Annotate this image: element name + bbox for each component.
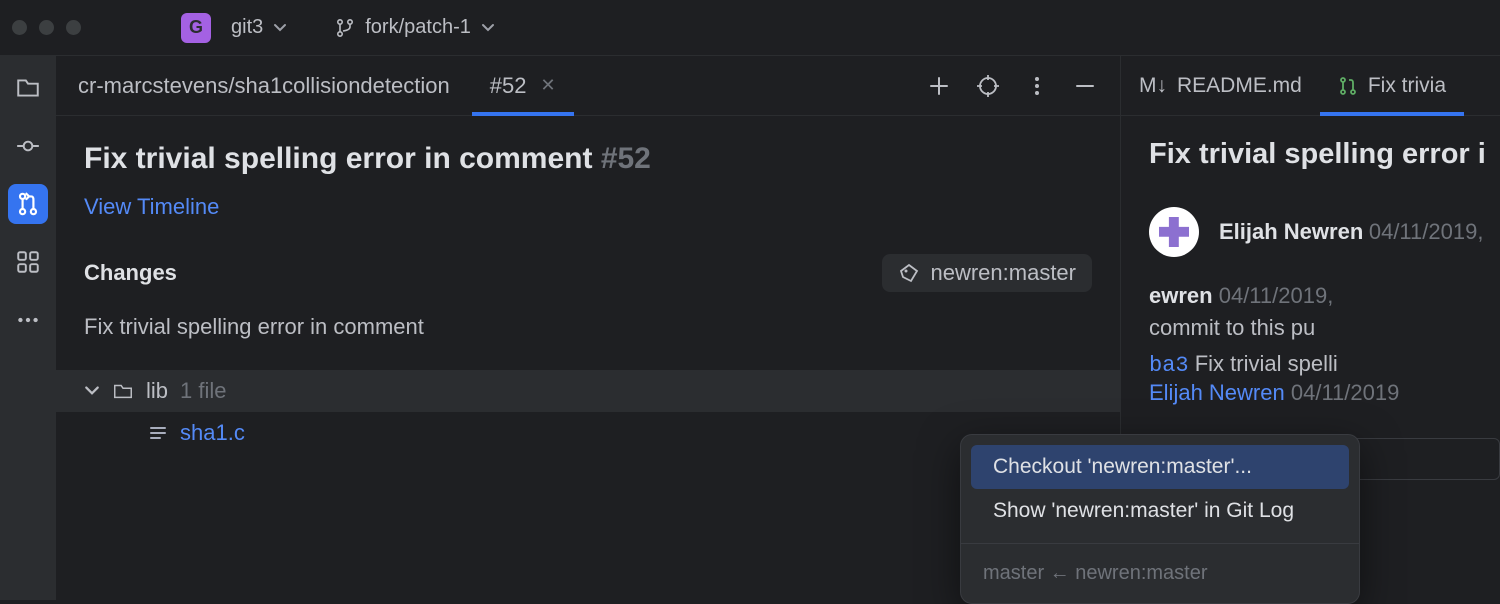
menu-branch-note: master ← newren:master	[961, 554, 1359, 593]
right-tab-strip: M↓ README.md Fix trivia	[1121, 56, 1500, 116]
commit-title: Fix trivial spelli	[1195, 351, 1338, 376]
tab-label: #52	[490, 73, 527, 99]
pull-request-icon	[1338, 76, 1358, 96]
menu-separator	[961, 543, 1359, 544]
sidebar-item-commit[interactable]	[8, 126, 48, 166]
modified-file-icon	[148, 423, 168, 443]
markdown-icon: M↓	[1139, 74, 1167, 98]
event-text: commit to this pu	[1149, 315, 1500, 341]
branch-switcher[interactable]: fork/patch-1	[325, 10, 505, 45]
author-name: ewren	[1149, 283, 1213, 308]
chevron-down-icon	[273, 21, 287, 35]
chevron-down-icon	[481, 21, 495, 35]
project-badge: G	[181, 13, 211, 43]
sidebar-item-more[interactable]	[8, 300, 48, 340]
commit-row[interactable]: ba3 Fix trivial spelli	[1149, 351, 1500, 378]
branch-icon	[335, 18, 355, 38]
branch-tag[interactable]: newren:master	[882, 254, 1092, 292]
chevron-down-icon	[84, 383, 100, 399]
tag-icon	[898, 262, 920, 284]
project-name: git3	[231, 16, 263, 39]
minimize-icon[interactable]	[1074, 75, 1096, 97]
tab-readme[interactable]: M↓ README.md	[1121, 56, 1320, 115]
event-row: ewren 04/11/2019,	[1149, 283, 1500, 309]
pr-title-text: Fix trivial spelling error in comment	[84, 142, 592, 175]
sidebar-item-pull-requests[interactable]	[8, 184, 48, 224]
tab-label: README.md	[1177, 74, 1302, 98]
author-date: 04/11/2019,	[1369, 219, 1484, 244]
pr-body: Fix trivial spelling error in comment #5…	[56, 116, 1120, 600]
maximize-window-icon[interactable]	[66, 20, 81, 35]
menu-item-show-log[interactable]: Show 'newren:master' in Git Log	[971, 489, 1349, 533]
pr-detail-title: Fix trivial spelling error i	[1149, 138, 1500, 171]
minimize-window-icon[interactable]	[39, 20, 54, 35]
window-controls	[12, 20, 81, 35]
sidebar-item-project[interactable]	[8, 68, 48, 108]
activity-bar	[0, 56, 56, 600]
file-name: sha1.c	[180, 420, 245, 446]
kebab-icon[interactable]	[1026, 75, 1048, 97]
author-name: Elijah Newren	[1219, 219, 1363, 244]
titlebar: G git3 fork/patch-1	[0, 0, 1500, 56]
tab-actions	[904, 56, 1120, 115]
changes-heading: Changes	[84, 260, 177, 286]
context-menu: Checkout 'newren:master'... Show 'newren…	[960, 434, 1360, 604]
branch-tag-label: newren:master	[930, 260, 1076, 286]
tab-strip: cr-marcstevens/sha1collisiondetection #5…	[56, 56, 1120, 116]
author-row: Elijah Newren 04/11/2019,	[1149, 207, 1500, 257]
commit-author[interactable]: Elijah Newren	[1149, 380, 1285, 405]
menu-item-checkout[interactable]: Checkout 'newren:master'...	[971, 445, 1349, 489]
folder-file-count: 1 file	[180, 378, 226, 404]
sidebar-item-structure[interactable]	[8, 242, 48, 282]
branch-name: fork/patch-1	[365, 16, 471, 39]
folder-icon	[112, 380, 134, 402]
close-window-icon[interactable]	[12, 20, 27, 35]
event-date: 04/11/2019,	[1219, 283, 1334, 308]
view-timeline-link[interactable]: View Timeline	[84, 194, 219, 220]
tab-label: Fix trivia	[1368, 74, 1446, 98]
add-icon[interactable]	[928, 75, 950, 97]
tab-pr[interactable]: #52 ✕	[472, 56, 574, 115]
avatar	[1149, 207, 1199, 257]
pr-number: #52	[601, 142, 651, 175]
commit-hash: ba3	[1149, 353, 1189, 378]
commit-author-row: Elijah Newren 04/11/2019	[1149, 380, 1500, 406]
project-switcher[interactable]: git3	[221, 10, 297, 45]
folder-name: lib	[146, 378, 168, 404]
target-icon[interactable]	[976, 74, 1000, 98]
commit-date: 04/11/2019	[1291, 380, 1399, 405]
breadcrumb[interactable]: cr-marcstevens/sha1collisiondetection	[56, 56, 472, 115]
commit-message: Fix trivial spelling error in comment	[84, 314, 1092, 340]
tab-pr-detail[interactable]: Fix trivia	[1320, 56, 1464, 115]
pr-title: Fix trivial spelling error in comment #5…	[84, 142, 1092, 176]
close-icon[interactable]: ✕	[540, 75, 555, 96]
folder-row[interactable]: lib 1 file	[56, 370, 1120, 412]
